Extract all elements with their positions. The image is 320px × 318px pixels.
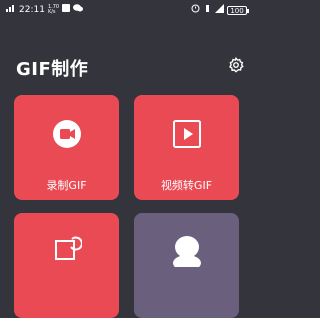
convert-icon [52, 233, 83, 267]
notification-icon [62, 4, 71, 15]
video-camera-icon [52, 119, 82, 153]
vibrate-icon [203, 4, 212, 16]
sticker-figure-icon [170, 233, 204, 271]
video-to-gif-label: 视频转GIF [160, 179, 213, 192]
record-gif-label: 录制GIF [46, 179, 87, 192]
alarm-icon [191, 4, 200, 16]
play-icon [172, 119, 202, 153]
status-bar: 22:11 1.70 K/s 100 [0, 0, 253, 22]
sticker-tile[interactable] [134, 213, 239, 318]
wechat-icon [73, 4, 84, 15]
video-to-gif-tile[interactable]: 视频转GIF [134, 95, 239, 200]
status-time: 22:11 [19, 4, 45, 15]
convert-tile[interactable] [14, 213, 119, 318]
record-gif-tile[interactable]: 录制GIF [14, 95, 119, 200]
cellular-icon [215, 4, 224, 16]
network-speed: 1.70 K/s [47, 3, 60, 15]
battery-indicator: 100 [227, 5, 249, 15]
page-title: GIF制作 [16, 59, 89, 80]
settings-gear-icon[interactable] [227, 56, 245, 74]
signal-icon [6, 4, 16, 15]
